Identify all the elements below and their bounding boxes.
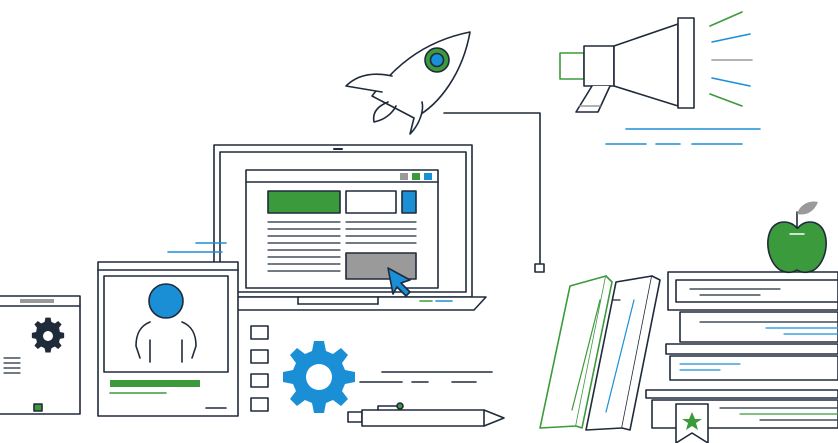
rocket-icon: [345, 31, 471, 135]
profile-document-icon: [97, 261, 239, 417]
leaning-books-icon: [539, 275, 661, 431]
star-bookmark-icon: [675, 403, 709, 443]
checklist-icon: [250, 325, 269, 412]
gear-icon: [283, 341, 355, 413]
megaphone-icon: [559, 11, 761, 145]
decorative-lines: [359, 371, 493, 383]
book-stack-icon: [645, 271, 838, 429]
web-page-mockup: [245, 169, 439, 289]
pen-icon: [347, 402, 505, 427]
settings-panel-icon: [0, 295, 81, 415]
apple-icon: [767, 201, 827, 274]
education-marketing-illustration: [0, 11, 838, 443]
